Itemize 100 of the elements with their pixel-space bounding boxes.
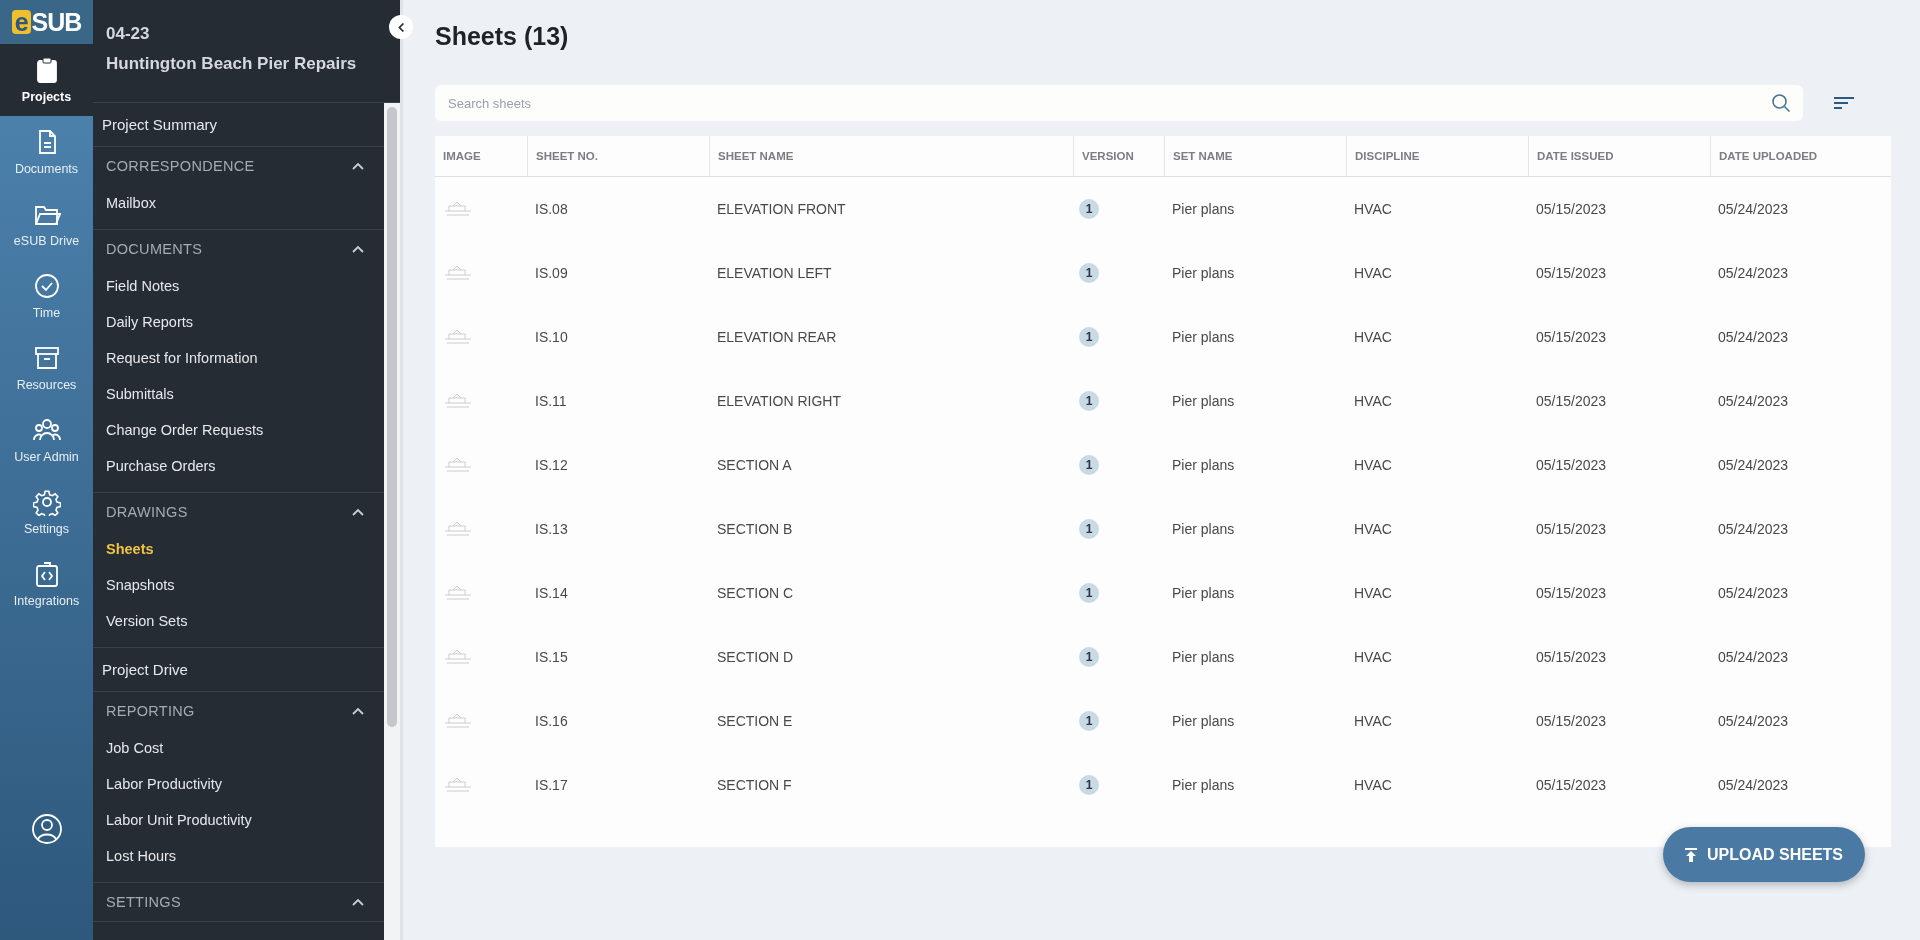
sidebar-item[interactable]: Labor Unit Productivity xyxy=(93,802,384,838)
rail-nav-item[interactable]: Integrations xyxy=(0,548,93,620)
column-header[interactable]: VERSION xyxy=(1082,150,1134,162)
table-cell: 05/15/2023 xyxy=(1536,329,1607,345)
sheet-thumbnail xyxy=(443,647,473,667)
rail-nav-item[interactable]: eSUB Drive xyxy=(0,188,93,260)
rail-nav-item[interactable]: Projects xyxy=(0,44,93,116)
sidebar-item[interactable]: Change Order Requests xyxy=(93,412,384,448)
sidebar-item[interactable]: Request for Information xyxy=(93,340,384,376)
scrollbar-thumb[interactable] xyxy=(387,107,397,727)
table-cell: HVAC xyxy=(1354,329,1392,345)
table-cell: ELEVATION REAR xyxy=(717,329,837,345)
table-cell: SECTION E xyxy=(717,713,793,729)
section-header[interactable]: REPORTING xyxy=(93,692,384,730)
table-cell: ELEVATION FRONT xyxy=(717,201,846,217)
sidebar-item[interactable]: Lost Hours xyxy=(93,838,384,874)
rail-nav-item[interactable]: Settings xyxy=(0,476,93,548)
project-number: 04-23 xyxy=(106,24,151,44)
chevron-icon xyxy=(352,508,364,516)
column-header[interactable]: SHEET NO. xyxy=(536,150,598,162)
sidebar-item[interactable]: Submittals xyxy=(93,376,384,412)
sheet-thumbnail xyxy=(443,391,473,411)
table-cell: ELEVATION LEFT xyxy=(717,265,832,281)
rail-nav-item[interactable]: Resources xyxy=(0,332,93,404)
sidebar-item[interactable]: Daily Reports xyxy=(93,304,384,340)
table-cell: 05/15/2023 xyxy=(1536,649,1607,665)
table-cell: Pier plans xyxy=(1172,393,1235,409)
table-cell: Pier plans xyxy=(1172,777,1235,793)
upload-sheets-button[interactable]: UPLOAD SHEETS xyxy=(1663,827,1865,882)
rail-nav-item[interactable]: User Admin xyxy=(0,404,93,476)
table-cell: 05/15/2023 xyxy=(1536,393,1607,409)
version-badge: 1 xyxy=(1079,455,1099,475)
table-cell: Pier plans xyxy=(1172,457,1235,473)
table-cell: 05/24/2023 xyxy=(1718,521,1789,537)
table-cell: 05/24/2023 xyxy=(1718,265,1789,281)
filter-icon[interactable] xyxy=(1834,96,1854,110)
search-field[interactable]: Search sheets xyxy=(435,85,1803,121)
version-badge: 1 xyxy=(1079,711,1099,731)
chevron-icon xyxy=(352,162,364,170)
sidebar-item[interactable]: Version Sets xyxy=(93,603,384,639)
section-header[interactable]: DRAWINGS xyxy=(93,493,384,531)
sheet-thumbnail xyxy=(443,711,473,731)
table-cell: 05/15/2023 xyxy=(1536,457,1607,473)
column-header[interactable]: DATE UPLOADED xyxy=(1719,150,1818,162)
sheet-thumbnail xyxy=(443,327,473,347)
column-header[interactable]: SHEET NAME xyxy=(718,150,794,162)
section-header[interactable]: DOCUMENTS xyxy=(93,230,384,268)
sidebar-item[interactable]: Purchase Orders xyxy=(93,448,384,484)
archive-icon xyxy=(32,344,61,372)
table-cell: IS.17 xyxy=(535,777,568,793)
table-cell: Pier plans xyxy=(1172,521,1235,537)
rail-nav-item[interactable]: Documents xyxy=(0,116,93,188)
user-avatar-icon[interactable] xyxy=(30,813,63,845)
sheet-thumbnail xyxy=(443,455,473,475)
version-badge: 1 xyxy=(1079,327,1099,347)
table-cell: IS.15 xyxy=(535,649,568,665)
table-cell: 05/24/2023 xyxy=(1718,585,1789,601)
table-cell: HVAC xyxy=(1354,457,1392,473)
chevron-icon xyxy=(352,707,364,715)
table-cell: 05/15/2023 xyxy=(1536,201,1607,217)
sidebar-item[interactable]: Snapshots xyxy=(93,567,384,603)
search-icon[interactable] xyxy=(1771,93,1791,113)
sheet-thumbnail xyxy=(443,199,473,219)
project-name: Huntington Beach Pier Repairs xyxy=(106,54,358,74)
table-cell: SECTION D xyxy=(717,649,794,665)
sidebar-item[interactable]: Mailbox xyxy=(93,185,384,221)
chevron-icon xyxy=(352,245,364,253)
table-cell: SECTION B xyxy=(717,521,793,537)
sidebar-item[interactable]: Labor Productivity xyxy=(93,766,384,802)
column-header[interactable]: DATE ISSUED xyxy=(1537,150,1614,162)
table-cell: Pier plans xyxy=(1172,329,1235,345)
column-header[interactable]: IMAGE xyxy=(443,150,481,162)
table-cell: Pier plans xyxy=(1172,201,1235,217)
column-header[interactable]: SET NAME xyxy=(1173,150,1233,162)
collapse-button[interactable] xyxy=(389,15,413,39)
table-cell: IS.08 xyxy=(535,201,568,217)
sidebar-item[interactable]: Sheets xyxy=(93,531,384,567)
version-badge: 1 xyxy=(1079,519,1099,539)
rail-nav-item[interactable]: Time xyxy=(0,260,93,332)
table-cell: 05/24/2023 xyxy=(1718,777,1789,793)
version-badge: 1 xyxy=(1079,647,1099,667)
sheet-thumbnail xyxy=(443,263,473,283)
table-cell: IS.09 xyxy=(535,265,568,281)
table-cell: IS.13 xyxy=(535,521,568,537)
section-header[interactable]: CORRESPONDENCE xyxy=(93,147,384,185)
column-header[interactable]: DISCIPLINE xyxy=(1355,150,1420,162)
page-title: Sheets (13) xyxy=(435,22,570,52)
version-badge: 1 xyxy=(1079,391,1099,411)
table-cell: 05/15/2023 xyxy=(1536,521,1607,537)
table-cell: Pier plans xyxy=(1172,649,1235,665)
table-cell: 05/24/2023 xyxy=(1718,649,1789,665)
chevron-icon xyxy=(352,898,364,906)
table-cell: HVAC xyxy=(1354,393,1392,409)
table-cell: 05/15/2023 xyxy=(1536,265,1607,281)
clock-icon xyxy=(32,272,61,300)
section-header[interactable]: SETTINGS xyxy=(93,883,384,921)
sidebar-item[interactable]: Job Cost xyxy=(93,730,384,766)
table-cell: 05/24/2023 xyxy=(1718,393,1789,409)
sidebar-item[interactable]: Field Notes xyxy=(93,268,384,304)
chevron-left-icon xyxy=(397,21,405,33)
